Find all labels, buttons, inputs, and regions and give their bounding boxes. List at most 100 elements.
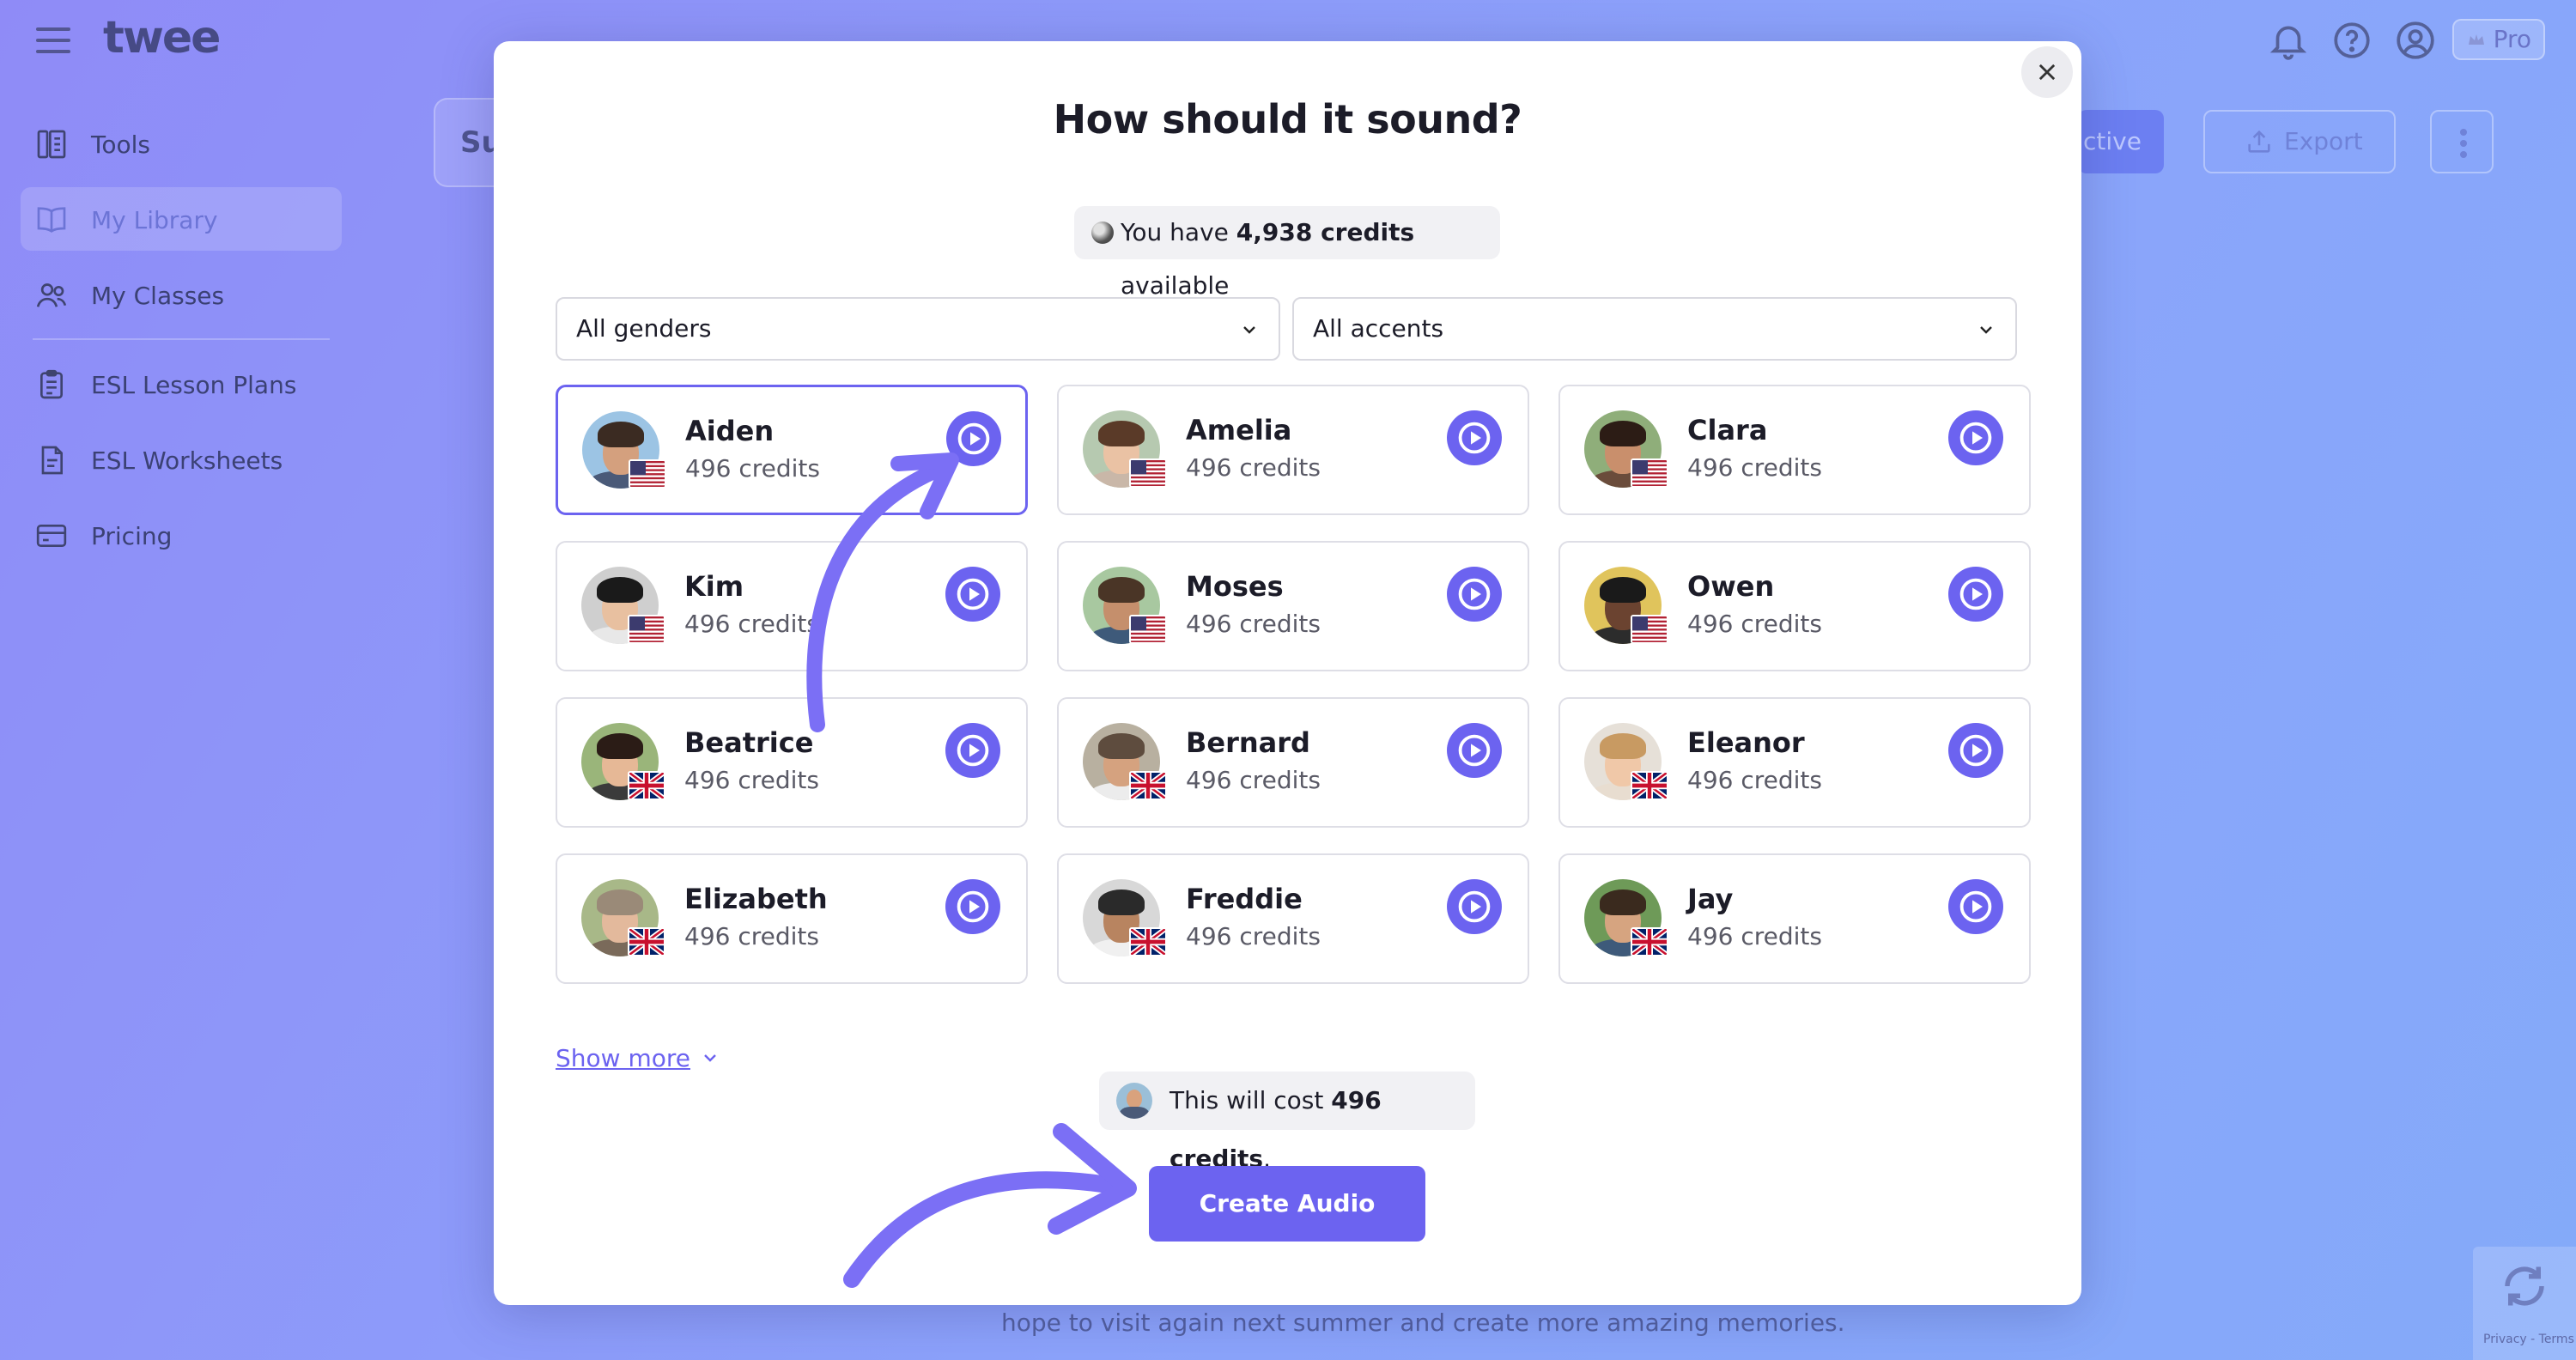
dot-icon (2460, 140, 2467, 147)
chevron-down-icon[interactable] (700, 1047, 720, 1068)
gender-filter-value: All genders (576, 314, 712, 343)
play-button[interactable] (945, 723, 1000, 778)
voice-card-elizabeth[interactable]: Elizabeth 496 credits (556, 853, 1028, 984)
clipboard-icon (40, 369, 63, 399)
close-button[interactable] (2021, 46, 2073, 98)
export-button: Export (2203, 110, 2396, 173)
play-icon (1959, 734, 1992, 767)
voice-credits: 496 credits (1186, 922, 1321, 950)
bell-icon[interactable] (2267, 19, 2310, 62)
dot-icon (2460, 129, 2467, 136)
uk-flag-icon (1631, 771, 1668, 800)
play-button[interactable] (1447, 723, 1502, 778)
voice-credits: 496 credits (1186, 766, 1321, 794)
voice-credits: 496 credits (1687, 453, 1822, 482)
show-more-link[interactable]: Show more (556, 1044, 690, 1072)
sidebar-item-my-classes[interactable]: My Classes (21, 263, 342, 326)
us-flag-icon (1129, 615, 1167, 644)
voice-credits: 496 credits (1687, 766, 1822, 794)
gender-filter-select[interactable]: All genders (556, 297, 1280, 361)
play-button[interactable] (1948, 879, 2003, 934)
play-button[interactable] (1948, 723, 2003, 778)
voice-name: Owen (1687, 570, 1775, 603)
credits-prefix: You have (1121, 218, 1236, 246)
sidebar-divider (33, 338, 330, 340)
voice-credits: 496 credits (685, 454, 820, 483)
voice-card-aiden[interactable]: Aiden 496 credits (556, 385, 1028, 515)
play-button[interactable] (945, 567, 1000, 622)
voice-card-bernard[interactable]: Bernard 496 credits (1057, 697, 1529, 828)
voice-credits: 496 credits (1687, 610, 1822, 638)
voice-name: Jay (1687, 883, 1734, 915)
menu-icon[interactable] (36, 27, 70, 53)
voice-card-freddie[interactable]: Freddie 496 credits (1057, 853, 1529, 984)
credits-amount: 4,938 credits (1236, 218, 1415, 246)
play-button[interactable] (1948, 567, 2003, 622)
voice-card-eleanor[interactable]: Eleanor 496 credits (1558, 697, 2031, 828)
voice-card-jay[interactable]: Jay 496 credits (1558, 853, 2031, 984)
voice-card-beatrice[interactable]: Beatrice 496 credits (556, 697, 1028, 828)
play-icon (957, 734, 989, 767)
voice-card-kim[interactable]: Kim 496 credits (556, 541, 1028, 671)
voice-credits: 496 credits (684, 922, 819, 950)
card-icon (36, 525, 67, 547)
play-icon (957, 890, 989, 923)
sidebar-item-pricing[interactable]: Pricing (21, 503, 342, 567)
play-button[interactable] (1447, 879, 1502, 934)
sidebar-item-tools[interactable]: Tools (21, 112, 342, 175)
sidebar: Tools My Library My Classes ESL Lesson P… (21, 112, 342, 579)
uk-flag-icon (1129, 927, 1167, 956)
twee-logo[interactable]: twee (103, 12, 221, 64)
play-button[interactable] (945, 879, 1000, 934)
cost-prefix: This will cost (1170, 1086, 1332, 1114)
sidebar-item-esl-lesson-plans[interactable]: ESL Lesson Plans (21, 352, 342, 416)
play-icon (1458, 422, 1491, 454)
recaptcha-footer[interactable]: Privacy - Terms (2483, 1333, 2574, 1346)
accent-filter-select[interactable]: All accents (1292, 297, 2017, 361)
play-button[interactable] (1447, 567, 1502, 622)
sidebar-item-esl-worksheets[interactable]: ESL Worksheets (21, 428, 342, 491)
play-icon (1959, 890, 1992, 923)
play-button[interactable] (1447, 410, 1502, 465)
users-icon (36, 283, 67, 307)
play-button[interactable] (1948, 410, 2003, 465)
play-icon (1458, 734, 1491, 767)
cost-summary-badge: This will cost 496 credits. (1099, 1072, 1475, 1173)
dot-icon (2460, 151, 2467, 158)
create-audio-button[interactable]: Create Audio (1149, 1166, 1425, 1242)
voice-card-clara[interactable]: Clara 496 credits (1558, 385, 2031, 515)
us-flag-icon (628, 615, 665, 644)
voice-credits: 496 credits (1186, 453, 1321, 482)
sidebar-item-my-library[interactable]: My Library (21, 187, 342, 251)
upload-icon (2248, 130, 2270, 153)
voice-name: Freddie (1186, 883, 1303, 915)
sidebar-item-label: Pricing (91, 522, 173, 550)
worksheet-icon (41, 446, 63, 475)
voice-card-moses[interactable]: Moses 496 credits (1057, 541, 1529, 671)
voice-credits: 496 credits (684, 610, 819, 638)
play-button[interactable] (946, 411, 1001, 466)
uk-flag-icon (628, 771, 665, 800)
pro-badge[interactable]: Pro (2452, 19, 2545, 60)
crown-icon (2469, 34, 2484, 45)
recaptcha-badge[interactable]: Privacy - Terms (2473, 1247, 2576, 1360)
voice-name: Clara (1687, 414, 1768, 446)
us-flag-icon (1631, 615, 1668, 644)
help-icon[interactable] (2330, 19, 2373, 62)
background-active-button: ctive (2078, 110, 2164, 173)
play-icon (1458, 890, 1491, 923)
coin-icon (1091, 222, 1114, 244)
voice-card-owen[interactable]: Owen 496 credits (1558, 541, 2031, 671)
sidebar-item-label: My Classes (91, 282, 225, 310)
play-icon (1959, 422, 1992, 454)
voice-name: Bernard (1186, 726, 1310, 759)
us-flag-icon (629, 459, 666, 489)
voice-credits: 496 credits (684, 766, 819, 794)
voice-grid: Aiden 496 credits Amelia 496 credits Clara 49… (556, 385, 2031, 1020)
tools-icon (37, 130, 66, 159)
play-icon (1458, 578, 1491, 610)
user-avatar-icon[interactable] (2394, 19, 2437, 62)
voice-card-amelia[interactable]: Amelia 496 credits (1057, 385, 1529, 515)
sidebar-item-label: Tools (91, 131, 150, 159)
credits-suffix: available (1121, 271, 1230, 300)
